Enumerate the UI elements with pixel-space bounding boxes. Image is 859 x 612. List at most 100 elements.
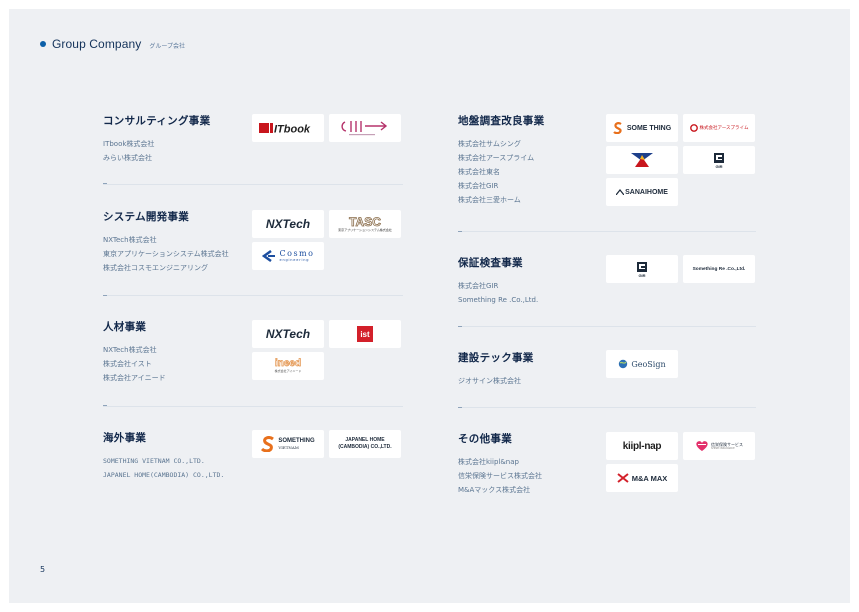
company-item: 株式会社GIR bbox=[458, 182, 499, 190]
gir-mark-icon bbox=[637, 261, 647, 272]
company-item: SOMETHING VIETNAM CO.,LTD. bbox=[103, 457, 205, 465]
ineed-logo-text: ineed bbox=[274, 358, 302, 370]
kiipl-nap-logo: kiipl-nap bbox=[606, 432, 678, 460]
section-title: 地盤調査改良事業 bbox=[458, 115, 545, 127]
company-list: NXTech株式会社 株式会社イスト 株式会社アイニード bbox=[103, 343, 166, 385]
company-item: JAPANEL HOME(CAMBODIA) CO.,LTD. bbox=[103, 471, 225, 479]
company-list: SOMETHING VIETNAM CO.,LTD. JAPANEL HOME(… bbox=[103, 454, 224, 482]
company-list: ジオサイン株式会社 bbox=[458, 374, 534, 388]
ma-max-mark-icon bbox=[617, 473, 629, 483]
company-item: 株式会社イスト bbox=[103, 360, 152, 368]
ma-max-logo-text: M&A MAX bbox=[631, 473, 668, 483]
section-title: 人材事業 bbox=[103, 321, 147, 333]
company-item: 株式会社東名 bbox=[458, 168, 500, 176]
japanel-logo-line1: JAPANEL HOME bbox=[345, 437, 385, 443]
section-consulting: コンサルティング事業 ITbook株式会社 みらい株式会社 bbox=[103, 113, 210, 165]
tasc-logo: TASC 東京アプリケーションシステム株式会社 bbox=[329, 210, 401, 238]
section-hr: 人材事業 NXTech株式会社 株式会社イスト 株式会社アイニード bbox=[103, 319, 166, 385]
company-item: 株式会社GIR bbox=[458, 282, 499, 290]
gir-logo-text: GIR bbox=[715, 163, 723, 169]
divider-dash bbox=[103, 405, 107, 406]
page-number: 5 bbox=[40, 565, 46, 574]
something-vietnam-text: SOMETHING bbox=[278, 438, 315, 444]
company-item: NXTech株式会社 bbox=[103, 346, 157, 354]
company-item: ITbook株式会社 bbox=[103, 140, 155, 148]
divider-dash bbox=[103, 183, 107, 184]
sanai-roof-icon bbox=[616, 189, 625, 195]
section-title: システム開発事業 bbox=[103, 211, 190, 223]
company-item: ジオサイン株式会社 bbox=[458, 377, 521, 385]
company-item: M&Aマックス株式会社 bbox=[458, 486, 531, 494]
nxtech-logo-text: NXTech bbox=[265, 327, 311, 341]
section-title: 海外事業 bbox=[103, 432, 147, 444]
company-item: 株式会社アースプライム bbox=[458, 154, 535, 162]
page-title: Group Company bbox=[52, 37, 142, 51]
section-divider bbox=[458, 326, 756, 327]
section-contech: 建設テック事業 ジオサイン株式会社 bbox=[458, 350, 534, 388]
company-item: みらい株式会社 bbox=[103, 154, 152, 162]
something-re-logo: Something Re .Co.,Ltd. bbox=[683, 255, 755, 283]
earthprime-logo: 株式会社アースプライム bbox=[683, 114, 755, 142]
something-vietnam-text-group: SOMETHING VIETNAM bbox=[278, 438, 314, 450]
page-header: Group Company グループ会社 bbox=[40, 37, 185, 51]
company-item: 東京アプリケーションシステム株式会社 bbox=[103, 250, 229, 258]
company-item: 株式会社サムシング bbox=[458, 140, 521, 148]
ist-logo-mark: ist bbox=[357, 326, 373, 342]
section-divider bbox=[458, 407, 756, 408]
ineed-logo-subtext: 株式会社アイニード bbox=[274, 369, 302, 373]
tasc-logo-subtext: 東京アプリケーションシステム株式会社 bbox=[338, 227, 392, 232]
shinei-logo: 信栄保険サービス SHINEI INSURANCE bbox=[683, 432, 755, 460]
company-item: 信栄保険サービス株式会社 bbox=[458, 472, 542, 480]
section-title: 保証検査事業 bbox=[458, 257, 523, 269]
page-subtitle: グループ会社 bbox=[149, 43, 185, 50]
something-vietnam-subtext: VIETNAM bbox=[278, 445, 299, 450]
divider-dash bbox=[458, 407, 462, 408]
mirai-logo-mark bbox=[341, 121, 388, 136]
company-item: 株式会社コスモエンジニアリング bbox=[103, 264, 208, 272]
page: Group Company グループ会社 コンサルティング事業 ITbook株式… bbox=[9, 9, 850, 603]
gir-mark-icon bbox=[714, 152, 724, 163]
divider-dash bbox=[458, 326, 462, 327]
something-logo: SOME THING bbox=[606, 114, 678, 142]
cosmo-logo: Cosmo engineering bbox=[252, 242, 324, 270]
company-list: 株式会社kiipl&nap 信栄保険サービス株式会社 M&Aマックス株式会社 bbox=[458, 455, 542, 497]
section-title: その他事業 bbox=[458, 433, 512, 445]
shinei-logo-subtext: SHINEI INSURANCE bbox=[711, 446, 735, 450]
company-item: NXTech株式会社 bbox=[103, 236, 157, 244]
company-item: 株式会社アイニード bbox=[103, 374, 166, 382]
japanel-logo-line2: (CAMBODIA) CO.,LTD. bbox=[338, 444, 392, 450]
company-list: 株式会社GIR Something Re .Co.,Ltd. bbox=[458, 279, 538, 307]
company-item: 株式会社三愛ホーム bbox=[458, 196, 521, 204]
cosmo-logo-text: Cosmo bbox=[279, 249, 315, 258]
gir-logo: GIR bbox=[683, 146, 755, 174]
something-s-icon bbox=[613, 122, 622, 134]
sanai-logo-text: SANAIHOME bbox=[625, 188, 668, 196]
section-warranty: 保証検査事業 株式会社GIR Something Re .Co.,Ltd. bbox=[458, 255, 538, 307]
shinei-heart-icon bbox=[696, 441, 708, 451]
section-divider bbox=[103, 406, 403, 407]
something-re-logo-text: Something Re .Co.,Ltd. bbox=[692, 266, 746, 272]
something-logo-text: SOME THING bbox=[626, 124, 672, 132]
ineed-logo: ineed 株式会社アイニード bbox=[252, 352, 324, 380]
ist-logo: ist bbox=[329, 320, 401, 348]
gir-logo-text: GIR bbox=[638, 272, 646, 278]
tasc-logo-text: TASC bbox=[349, 214, 382, 229]
geosign-logo: GeoSign bbox=[606, 350, 678, 378]
company-list: NXTech株式会社 東京アプリケーションシステム株式会社 株式会社コスモエンジ… bbox=[103, 233, 229, 275]
company-item: 株式会社kiipl&nap bbox=[458, 458, 519, 466]
itbook-logo-text: ITbook bbox=[274, 124, 311, 136]
nxtech-logo: NXTech bbox=[252, 210, 324, 238]
earthprime-circle-icon bbox=[689, 124, 698, 132]
sanai-home-logo: SANAIHOME bbox=[606, 178, 678, 206]
ist-logo-text: ist bbox=[360, 329, 370, 339]
japanel-home-logo: JAPANEL HOME (CAMBODIA) CO.,LTD. bbox=[329, 430, 401, 458]
geosign-globe-icon bbox=[619, 359, 628, 369]
section-system: システム開発事業 NXTech株式会社 東京アプリケーションシステム株式会社 株… bbox=[103, 209, 229, 275]
something-s-icon bbox=[261, 436, 275, 452]
bullet-dot-icon bbox=[40, 41, 46, 47]
section-title: コンサルティング事業 bbox=[103, 115, 211, 127]
section-divider bbox=[103, 295, 403, 296]
ma-max-logo: M&A MAX bbox=[606, 464, 678, 492]
tomei-star-icon bbox=[631, 153, 653, 167]
nxtech-logo: NXTech bbox=[252, 320, 324, 348]
